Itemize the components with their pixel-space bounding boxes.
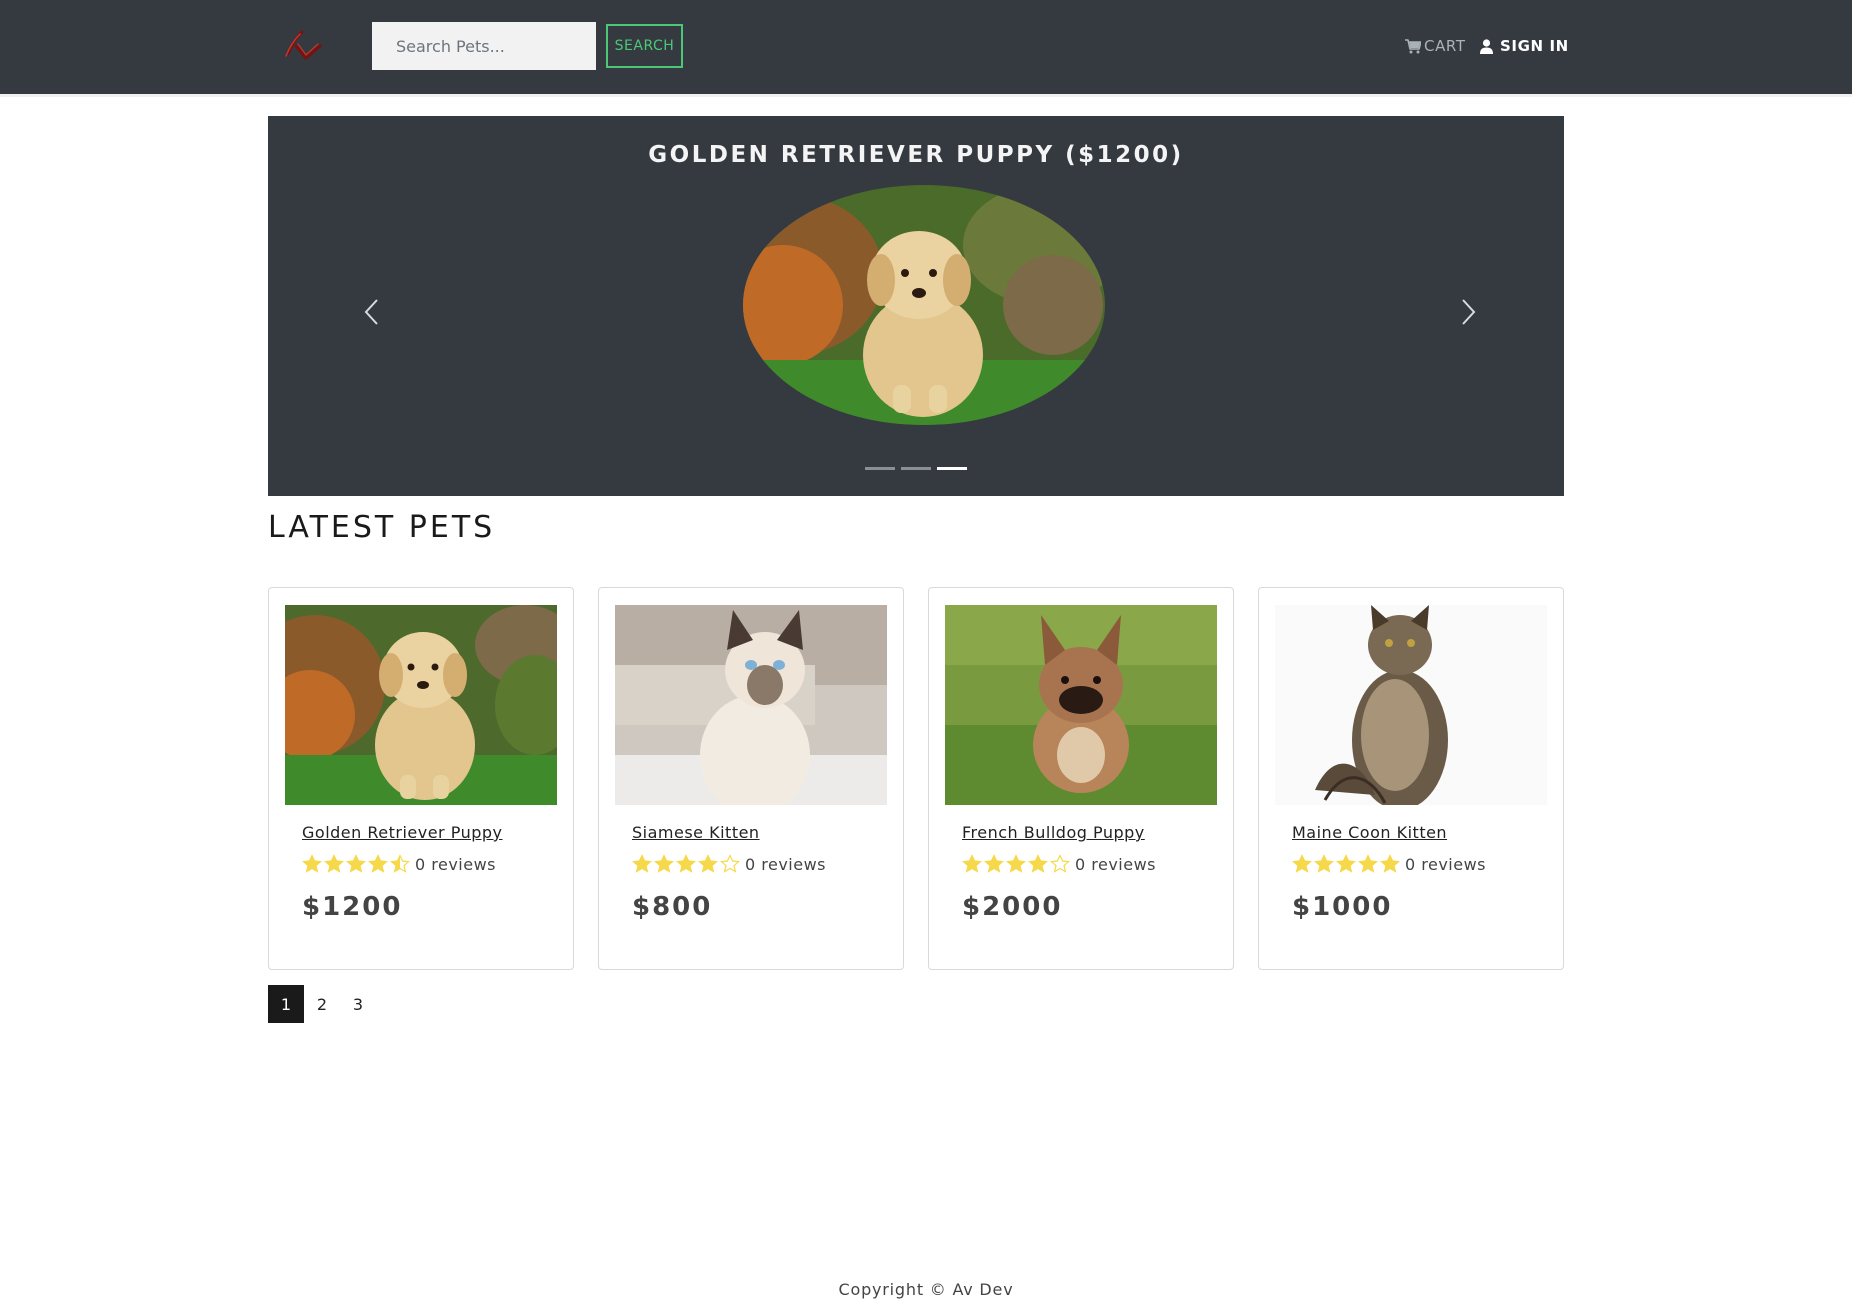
chevron-left-icon [364, 299, 378, 325]
rating-stars [1292, 854, 1400, 874]
star-full-icon [324, 854, 344, 873]
carousel-prev-button[interactable] [357, 292, 387, 332]
product-card: Maine Coon Kitten 0 reviews $1000 [1258, 587, 1564, 970]
review-count: 0 reviews [1075, 854, 1157, 874]
search-button[interactable]: SEARCH [606, 24, 683, 68]
product-name-link[interactable]: Golden Retriever Puppy [302, 823, 503, 842]
product-rating: 0 reviews [962, 854, 1156, 874]
rating-stars [302, 854, 410, 874]
featured-carousel: GOLDEN RETRIEVER PUPPY ($1200) [268, 116, 1564, 496]
golden-retriever-puppy-photo[interactable] [285, 605, 557, 805]
star-full-icon [1358, 854, 1378, 873]
chevron-right-icon [1462, 299, 1476, 325]
navbar: SEARCH CART SIGN IN [0, 0, 1852, 97]
carousel-indicator[interactable] [865, 467, 895, 470]
carousel-indicators [865, 467, 967, 470]
star-full-icon [1380, 854, 1400, 873]
user-icon [1480, 38, 1493, 54]
maine-coon-kitten-photo[interactable] [1275, 605, 1547, 805]
carousel-title[interactable]: GOLDEN RETRIEVER PUPPY ($1200) [268, 142, 1564, 168]
page-button-2[interactable]: 2 [304, 985, 340, 1023]
search-input[interactable] [372, 22, 596, 70]
page-button-3[interactable]: 3 [340, 985, 376, 1023]
carousel-indicator[interactable] [901, 467, 931, 470]
cart-icon [1405, 38, 1421, 53]
french-bulldog-puppy-photo[interactable] [945, 605, 1217, 805]
product-rating: 0 reviews [1292, 854, 1486, 874]
star-full-icon [654, 854, 674, 873]
star-full-icon [302, 854, 322, 873]
star-full-icon [962, 854, 982, 873]
product-rating: 0 reviews [302, 854, 496, 874]
star-full-icon [676, 854, 696, 873]
pagination: 1 2 3 [268, 985, 376, 1023]
review-count: 0 reviews [415, 854, 497, 874]
product-card: Golden Retriever Puppy 0 reviews $1200 [268, 587, 574, 970]
footer-copyright: Copyright © Av Dev [838, 1280, 1014, 1299]
product-name-link[interactable]: Siamese Kitten [632, 823, 760, 842]
star-half-icon [390, 854, 410, 873]
signin-label: SIGN IN [1500, 37, 1569, 55]
product-price: $2000 [962, 892, 1063, 922]
star-empty-icon [720, 854, 740, 873]
signin-link[interactable]: SIGN IN [1480, 34, 1569, 58]
product-name-link[interactable]: French Bulldog Puppy [962, 823, 1145, 842]
cart-label: CART [1424, 37, 1466, 55]
rating-stars [632, 854, 740, 874]
star-full-icon [346, 854, 366, 873]
product-rating: 0 reviews [632, 854, 826, 874]
star-full-icon [1006, 854, 1026, 873]
product-price: $1200 [302, 892, 403, 922]
product-price: $800 [632, 892, 713, 922]
star-full-icon [1314, 854, 1334, 873]
brand-logo[interactable] [280, 24, 328, 68]
siamese-kitten-photo[interactable] [615, 605, 887, 805]
section-title: LATEST PETS [268, 510, 496, 545]
page-button-1[interactable]: 1 [268, 985, 304, 1023]
star-full-icon [632, 854, 652, 873]
star-full-icon [1336, 854, 1356, 873]
review-count: 0 reviews [745, 854, 827, 874]
product-price: $1000 [1292, 892, 1393, 922]
product-name-link[interactable]: Maine Coon Kitten [1292, 823, 1447, 842]
rating-stars [962, 854, 1070, 874]
star-full-icon [368, 854, 388, 873]
star-full-icon [1028, 854, 1048, 873]
product-card: French Bulldog Puppy 0 reviews $2000 [928, 587, 1234, 970]
star-full-icon [698, 854, 718, 873]
star-full-icon [984, 854, 1004, 873]
golden-retriever-puppy-photo[interactable] [743, 185, 1105, 425]
product-card: Siamese Kitten 0 reviews $800 [598, 587, 904, 970]
review-count: 0 reviews [1405, 854, 1487, 874]
cart-link[interactable]: CART [1405, 34, 1466, 58]
carousel-next-button[interactable] [1453, 292, 1483, 332]
star-empty-icon [1050, 854, 1070, 873]
carousel-indicator-active[interactable] [937, 467, 967, 470]
star-full-icon [1292, 854, 1312, 873]
